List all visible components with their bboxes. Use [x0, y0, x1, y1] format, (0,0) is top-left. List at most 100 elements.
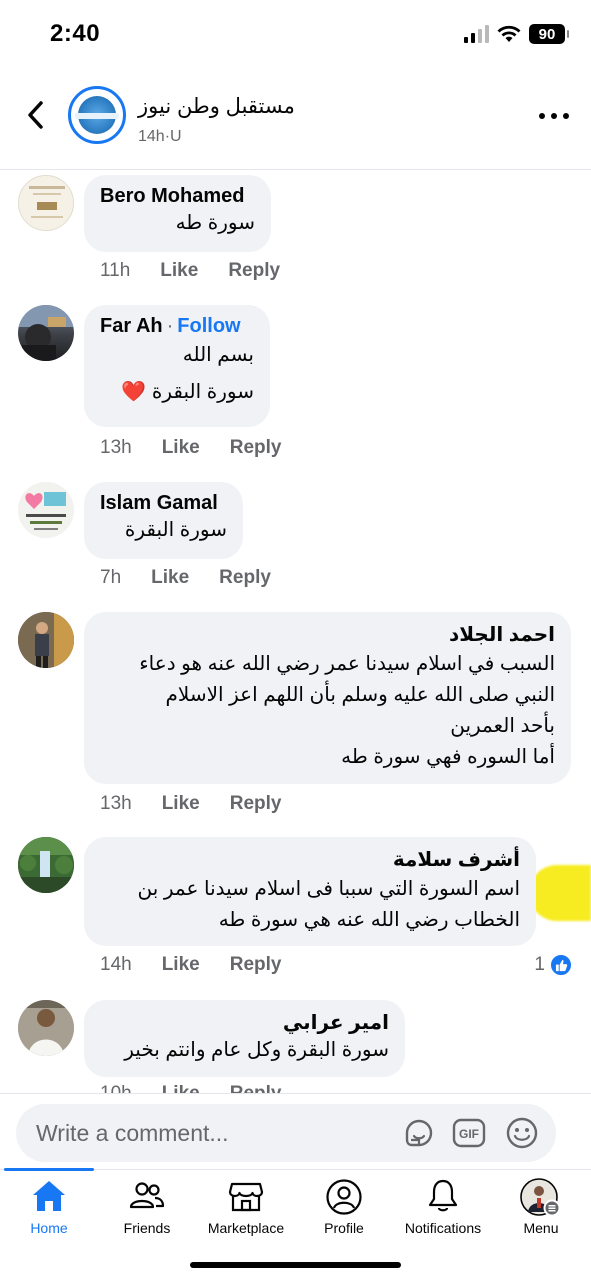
- comment-input-placeholder: Write a comment...: [36, 1120, 229, 1146]
- menu-avatar-icon: [520, 1178, 561, 1217]
- cellular-signal-icon: [464, 25, 489, 43]
- comment-text: النبي صلى الله عليه وسلم بأن اللهم اعز ا…: [165, 684, 555, 706]
- tab-notifications[interactable]: Notifications: [393, 1178, 493, 1248]
- emoji-icon[interactable]: [505, 1116, 539, 1150]
- avatar-image: [19, 176, 73, 230]
- comment-time: 7h: [100, 567, 122, 588]
- comment-time: 13h: [100, 437, 132, 458]
- comment-author[interactable]: احمد الجلاد: [100, 622, 555, 647]
- comment-time: 13h: [100, 793, 132, 814]
- commenter-avatar[interactable]: [18, 612, 74, 668]
- like-button[interactable]: Like: [160, 260, 198, 282]
- tab-marketplace[interactable]: Marketplace: [196, 1178, 296, 1248]
- tab-menu[interactable]: Menu: [491, 1178, 591, 1248]
- like-button[interactable]: Like: [162, 793, 200, 815]
- more-options-button[interactable]: [539, 106, 569, 126]
- status-time: 2:40: [50, 20, 101, 47]
- comment-text: السبب في اسلام سيدنا عمر رضي الله عنه هو…: [139, 653, 555, 675]
- comment-text: اسم السورة التي سببا فى اسلام سيدنا عمر …: [137, 878, 520, 900]
- tab-home-label: Home: [30, 1220, 68, 1236]
- reply-button[interactable]: Reply: [230, 793, 282, 815]
- tab-friends[interactable]: Friends: [97, 1178, 197, 1248]
- comment-bubble[interactable]: Islam Gamal سورة البقرة: [84, 482, 243, 559]
- comment-composer-bar: Write a comment... GIF: [0, 1093, 591, 1169]
- marketplace-icon: [228, 1182, 264, 1212]
- comment-text: سورة البقرة: [124, 519, 227, 541]
- comment-text: سورة طه: [175, 212, 255, 234]
- bell-icon: [428, 1179, 458, 1212]
- gif-button[interactable]: GIF: [452, 1116, 486, 1150]
- home-icon: [33, 1181, 65, 1211]
- reply-button[interactable]: Reply: [230, 954, 282, 976]
- reaction-count: 1: [534, 954, 545, 975]
- reply-button[interactable]: Reply: [230, 437, 282, 459]
- status-icons: 90: [464, 24, 569, 44]
- follow-button[interactable]: Follow: [177, 315, 240, 337]
- bottom-tab-bar: Home Friends Marketplace Profile Notific…: [0, 1168, 591, 1280]
- comment-bubble[interactable]: امير عرابي سورة البقرة وكل عام وانتم بخي…: [84, 1000, 405, 1077]
- avatar-image: [18, 1000, 74, 1056]
- page-avatar[interactable]: [68, 86, 126, 144]
- comment-author-name[interactable]: Far Ah: [100, 315, 163, 337]
- comment-time: 11h: [100, 260, 131, 281]
- post-meta: 14h·U: [138, 128, 182, 145]
- comment-bubble[interactable]: Bero Mohamed سورة طه: [84, 175, 271, 252]
- comment-text: بأحد العمرين: [450, 715, 555, 737]
- tab-friends-label: Friends: [123, 1220, 171, 1236]
- comment-time: 14h: [100, 954, 132, 975]
- thumbs-up-icon: [549, 953, 573, 977]
- comment-author[interactable]: Islam Gamal: [100, 492, 227, 515]
- gif-icon: GIF: [452, 1118, 486, 1148]
- commenter-avatar[interactable]: [18, 1000, 74, 1056]
- comment-bubble[interactable]: Far Ah · Follow بسم الله سورة البقرة ❤️: [84, 305, 270, 427]
- tab-notifications-label: Notifications: [404, 1220, 482, 1236]
- comment-actions: 10h Like Reply: [100, 1083, 281, 1093]
- like-button[interactable]: Like: [151, 567, 189, 589]
- tab-home[interactable]: Home: [0, 1178, 99, 1248]
- page-name[interactable]: مستقبل وطن نيوز: [138, 94, 295, 119]
- commenter-avatar[interactable]: [18, 837, 74, 893]
- sticker-icon[interactable]: [402, 1116, 436, 1150]
- commenter-avatar[interactable]: [18, 305, 74, 361]
- reply-button[interactable]: Reply: [228, 260, 280, 282]
- comment-author: Far Ah · Follow: [100, 315, 241, 337]
- profile-icon: [326, 1179, 362, 1215]
- active-tab-indicator: [4, 1168, 94, 1171]
- wifi-icon: [497, 25, 521, 42]
- tab-marketplace-label: Marketplace: [207, 1220, 285, 1236]
- tab-profile-label: Profile: [324, 1220, 364, 1236]
- avatar-image: [18, 612, 74, 668]
- post-header: مستقبل وطن نيوز 14h·U: [0, 70, 591, 170]
- comment-author[interactable]: Bero Mohamed: [100, 185, 255, 208]
- reaction-summary[interactable]: 1: [534, 953, 573, 977]
- comment-text: سورة البقرة ❤️: [121, 381, 254, 403]
- tab-menu-label: Menu: [523, 1220, 559, 1236]
- home-indicator: [190, 1262, 401, 1268]
- comment-actions: 7h Like Reply: [100, 567, 271, 589]
- comment-text: سورة البقرة وكل عام وانتم بخير: [124, 1039, 389, 1061]
- battery-icon: 90: [529, 24, 569, 44]
- back-button[interactable]: [18, 98, 52, 132]
- comment-input[interactable]: Write a comment... GIF: [16, 1104, 556, 1162]
- like-button[interactable]: Like: [162, 1083, 200, 1093]
- like-button[interactable]: Like: [162, 954, 200, 976]
- reply-button[interactable]: Reply: [219, 567, 271, 589]
- commenter-avatar[interactable]: [18, 482, 74, 538]
- comments-list: Bero Mohamed سورة طه 11h Like Reply Far …: [0, 171, 591, 1093]
- avatar-image: [18, 482, 74, 538]
- comment-actions: 14h Like Reply: [100, 954, 281, 976]
- tab-profile[interactable]: Profile: [294, 1178, 394, 1248]
- comment-actions: 11h Like Reply: [100, 260, 280, 282]
- comment-author[interactable]: أشرف سلامة: [100, 847, 520, 872]
- comment-text: بسم الله: [182, 344, 254, 366]
- comment-bubble[interactable]: أشرف سلامة اسم السورة التي سببا فى اسلام…: [84, 837, 536, 946]
- avatar-image: [18, 837, 74, 893]
- yellow-highlight-mark: [529, 865, 591, 921]
- commenter-avatar[interactable]: [18, 175, 74, 231]
- avatar-image: [18, 305, 74, 361]
- like-button[interactable]: Like: [162, 437, 200, 459]
- comment-bubble[interactable]: احمد الجلاد السبب في اسلام سيدنا عمر رضي…: [84, 612, 571, 784]
- svg-text:GIF: GIF: [459, 1127, 479, 1141]
- reply-button[interactable]: Reply: [230, 1083, 282, 1093]
- comment-author[interactable]: امير عرابي: [100, 1010, 389, 1035]
